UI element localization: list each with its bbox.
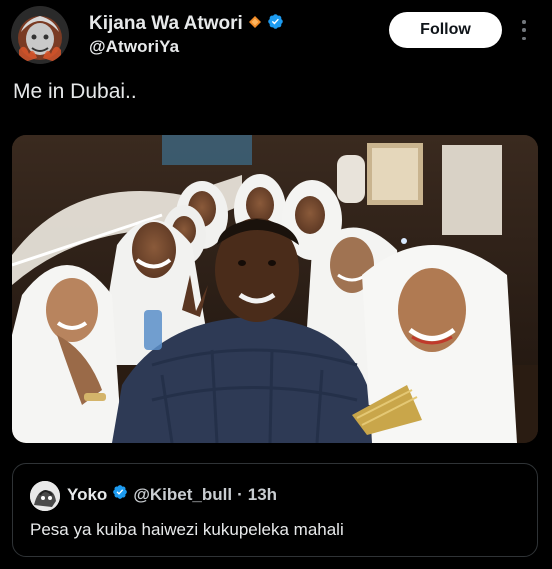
verified-badge-icon (267, 13, 284, 35)
author-display-name[interactable]: Kijana Wa Atwori (89, 13, 243, 35)
quoted-handle[interactable]: @Kibet_bull (133, 485, 232, 505)
tweet-header: Kijana Wa Atwori @AtworiYa Follow (0, 0, 552, 70)
quoted-tweet[interactable]: Yoko @Kibet_bull · 13h Pesa ya kuiba hai… (12, 463, 538, 557)
quoted-author-avatar[interactable] (30, 481, 60, 511)
quoted-tweet-text: Pesa ya kuiba haiwezi kukupeleka mahali (30, 520, 344, 539)
author-name-row[interactable]: Kijana Wa Atwori (89, 13, 284, 35)
tweet-photo[interactable] (12, 135, 538, 443)
quoted-timestamp[interactable]: 13h (248, 485, 277, 505)
orange-diamond-icon (248, 15, 262, 34)
more-options-icon[interactable] (516, 18, 532, 42)
separator-dot: · (237, 484, 243, 504)
quoted-display-name[interactable]: Yoko (67, 485, 107, 505)
author-avatar[interactable] (11, 6, 69, 64)
quoted-name-row: Yoko @Kibet_bull · 13h (67, 484, 277, 505)
verified-badge-icon (112, 484, 128, 505)
follow-button[interactable]: Follow (389, 12, 502, 48)
author-handle[interactable]: @AtworiYa (89, 37, 179, 57)
tweet-text: Me in Dubai.. (13, 80, 137, 103)
